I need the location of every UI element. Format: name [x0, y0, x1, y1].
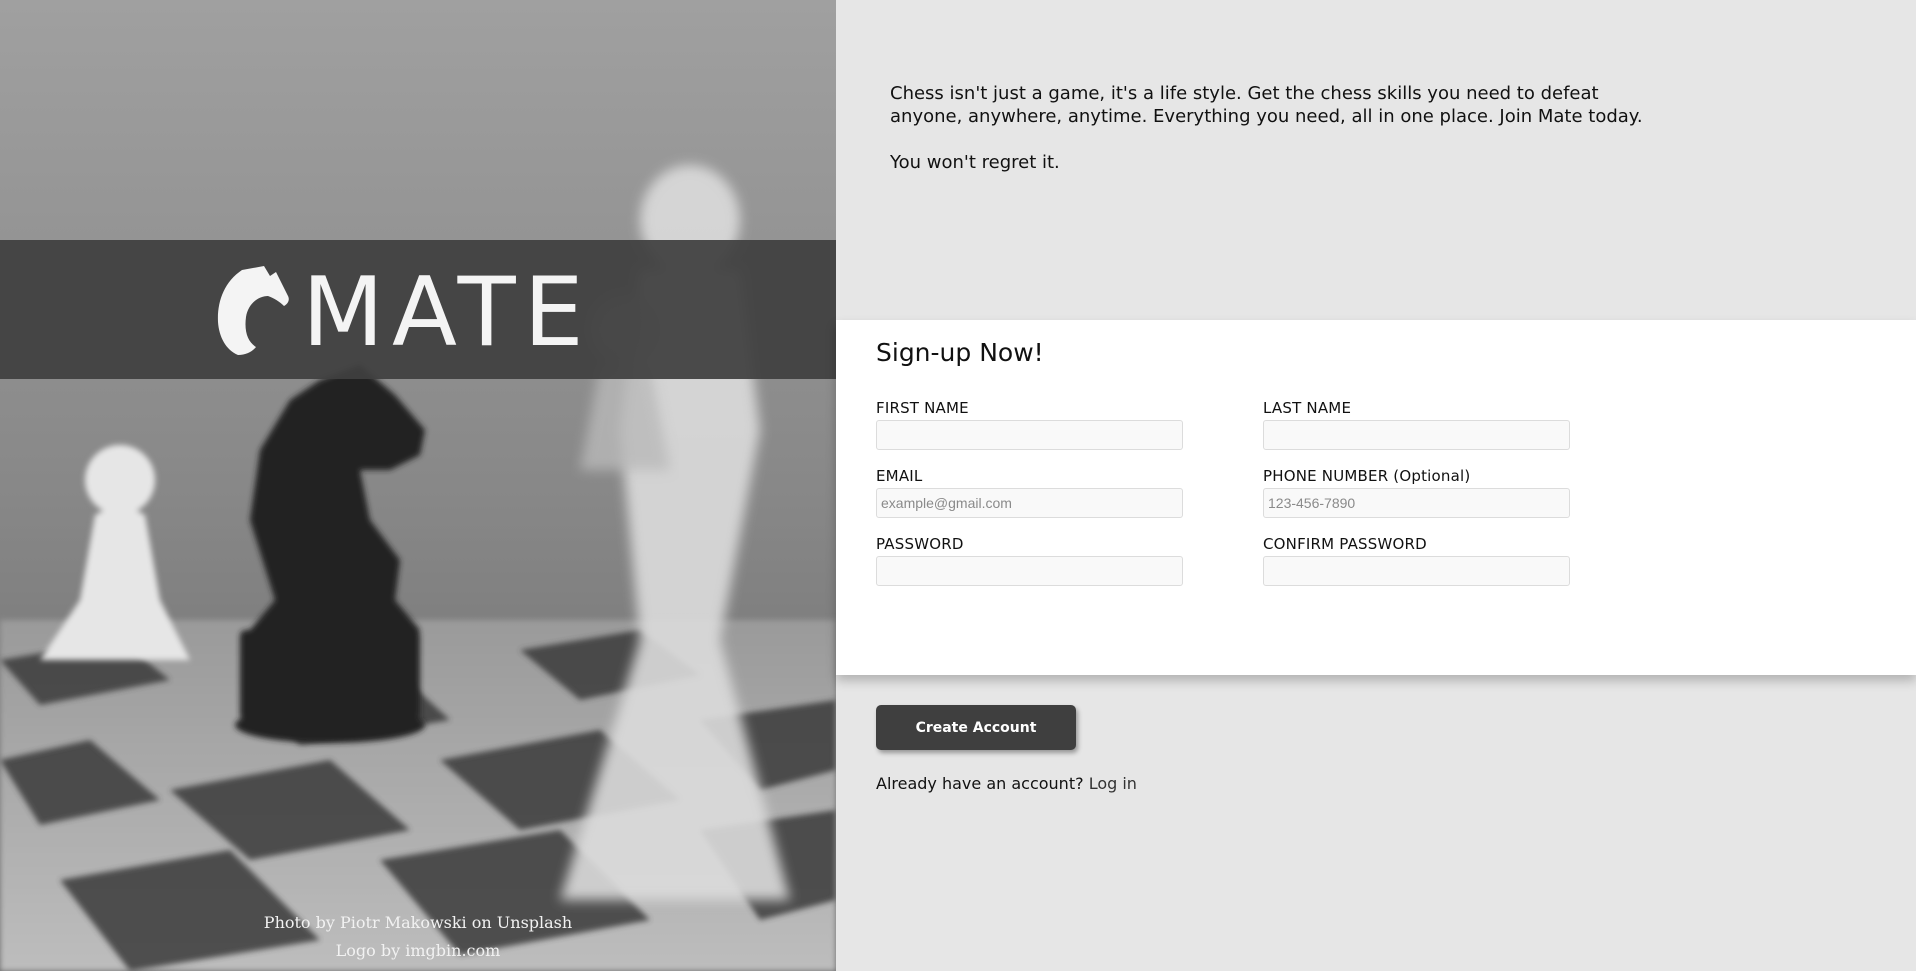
photo-credit: Photo by Piotr Makowski on Unsplash [263, 913, 573, 932]
phone-field[interactable] [1263, 488, 1570, 518]
email-field[interactable] [876, 488, 1183, 518]
signup-form: Sign-up Now! FIRST NAME LAST NAME EMAIL … [836, 320, 1916, 675]
logo-credit: Logo by imgbin.com [335, 941, 501, 960]
password-group: PASSWORD [876, 535, 1183, 586]
last-name-label: LAST NAME [1263, 399, 1352, 417]
last-name-group: LAST NAME [1263, 399, 1570, 450]
email-group: EMAIL [876, 467, 1183, 518]
chess-knight-icon: MATE [217, 258, 592, 368]
login-prompt: Already have an account? [876, 774, 1084, 793]
create-account-button[interactable]: Create Account [876, 705, 1076, 750]
login-link[interactable]: Log in [1089, 774, 1137, 793]
first-name-label: FIRST NAME [876, 399, 969, 417]
confirm-password-group: CONFIRM PASSWORD [1263, 535, 1570, 586]
first-name-group: FIRST NAME [876, 399, 1183, 450]
chess-board-photo [0, 0, 836, 971]
intro-text: Chess isn't just a game, it's a life sty… [890, 82, 1670, 174]
password-label: PASSWORD [876, 535, 964, 553]
email-label: EMAIL [876, 467, 923, 485]
first-name-field[interactable] [876, 420, 1183, 450]
logo-band: MATE [0, 240, 836, 379]
brand-logo[interactable]: MATE [214, 258, 634, 368]
confirm-password-label: CONFIRM PASSWORD [1263, 535, 1427, 553]
intro-paragraph: Chess isn't just a game, it's a life sty… [890, 83, 1643, 127]
phone-group: PHONE NUMBER (Optional) [1263, 467, 1570, 518]
phone-label: PHONE NUMBER (Optional) [1263, 467, 1471, 485]
logo-wordmark: MATE [302, 262, 592, 362]
intro-tagline: You won't regret it. [890, 152, 1060, 173]
confirm-password-field[interactable] [1263, 556, 1570, 586]
password-field[interactable] [876, 556, 1183, 586]
form-title: Sign-up Now! [876, 338, 1044, 367]
login-prompt-line: Already have an account? Log in [876, 774, 1137, 793]
hero-panel: MATE Photo by Piotr Makowski on Unsplash… [0, 0, 836, 971]
last-name-field[interactable] [1263, 420, 1570, 450]
signup-panel: Chess isn't just a game, it's a life sty… [836, 0, 1916, 971]
